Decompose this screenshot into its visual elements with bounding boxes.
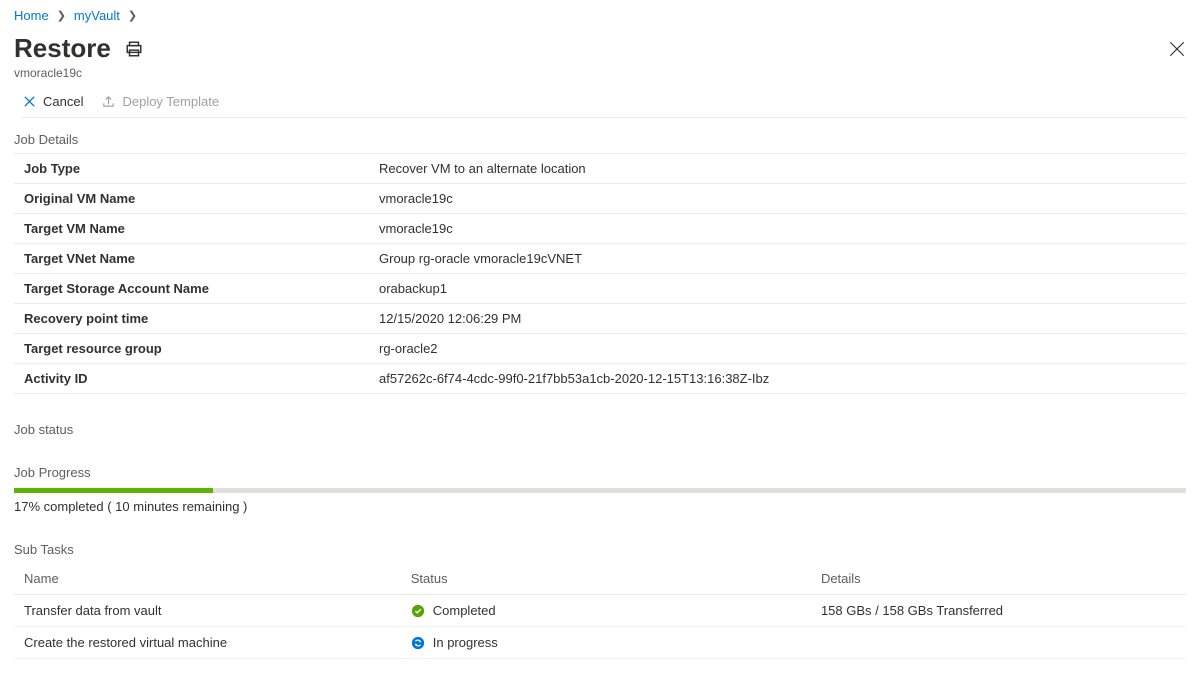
col-name-header[interactable]: Name bbox=[14, 563, 401, 595]
detail-row: Target VNet Name Group rg-oracle vmoracl… bbox=[14, 244, 1186, 274]
progress-bar bbox=[14, 488, 1186, 493]
subtask-name: Create the restored virtual machine bbox=[14, 627, 401, 659]
detail-key: Recovery point time bbox=[24, 311, 379, 326]
detail-value: orabackup1 bbox=[379, 281, 447, 296]
detail-value: 12/15/2020 12:06:29 PM bbox=[379, 311, 521, 326]
progress-wrap: 17% completed ( 10 minutes remaining ) bbox=[14, 488, 1186, 514]
subtask-details bbox=[811, 627, 1186, 659]
deploy-label: Deploy Template bbox=[122, 94, 219, 109]
close-icon[interactable] bbox=[1168, 40, 1186, 58]
job-details-heading: Job Details bbox=[14, 132, 1186, 147]
detail-row: Target VM Name vmoracle19c bbox=[14, 214, 1186, 244]
detail-row: Target resource group rg-oracle2 bbox=[14, 334, 1186, 364]
page-title: Restore bbox=[14, 33, 111, 64]
detail-key: Original VM Name bbox=[24, 191, 379, 206]
table-row: Transfer data from vault Completed 158 G… bbox=[14, 595, 1186, 627]
subtasks-table: Name Status Details Transfer data from v… bbox=[14, 563, 1186, 659]
deploy-template-button: Deploy Template bbox=[101, 94, 219, 109]
status-text: In progress bbox=[433, 635, 498, 650]
progress-fill bbox=[14, 488, 213, 493]
detail-value: af57262c-6f74-4cdc-99f0-21f7bb53a1cb-202… bbox=[379, 371, 769, 386]
subtasks-heading: Sub Tasks bbox=[14, 542, 1186, 557]
detail-row: Original VM Name vmoracle19c bbox=[14, 184, 1186, 214]
detail-value: rg-oracle2 bbox=[379, 341, 438, 356]
detail-key: Target Storage Account Name bbox=[24, 281, 379, 296]
detail-row: Recovery point time 12/15/2020 12:06:29 … bbox=[14, 304, 1186, 334]
status-cell: Completed bbox=[411, 603, 801, 618]
detail-row: Activity ID af57262c-6f74-4cdc-99f0-21f7… bbox=[14, 364, 1186, 394]
detail-value: Recover VM to an alternate location bbox=[379, 161, 586, 176]
toolbar: Cancel Deploy Template bbox=[22, 80, 1186, 118]
detail-value: Group rg-oracle vmoracle19cVNET bbox=[379, 251, 582, 266]
status-text: Completed bbox=[433, 603, 496, 618]
print-icon[interactable] bbox=[125, 40, 143, 58]
detail-value: vmoracle19c bbox=[379, 221, 453, 236]
detail-row: Target Storage Account Name orabackup1 bbox=[14, 274, 1186, 304]
chevron-right-icon: ❯ bbox=[128, 9, 137, 22]
progress-text: 17% completed ( 10 minutes remaining ) bbox=[14, 499, 1186, 514]
cancel-button[interactable]: Cancel bbox=[22, 94, 83, 109]
col-details-header[interactable]: Details bbox=[811, 563, 1186, 595]
table-row: Create the restored virtual machine In p… bbox=[14, 627, 1186, 659]
chevron-right-icon: ❯ bbox=[57, 9, 66, 22]
status-cell: In progress bbox=[411, 635, 801, 650]
job-progress-heading: Job Progress bbox=[14, 465, 1186, 480]
detail-key: Job Type bbox=[24, 161, 379, 176]
subtask-details: 158 GBs / 158 GBs Transferred bbox=[811, 595, 1186, 627]
check-circle-icon bbox=[411, 604, 425, 618]
breadcrumb: Home ❯ myVault ❯ bbox=[14, 4, 1186, 33]
detail-value: vmoracle19c bbox=[379, 191, 453, 206]
breadcrumb-home[interactable]: Home bbox=[14, 8, 49, 23]
sync-icon bbox=[411, 636, 425, 650]
job-details-grid: Job Type Recover VM to an alternate loca… bbox=[14, 153, 1186, 394]
page-subtitle: vmoracle19c bbox=[14, 66, 1186, 80]
subtask-name: Transfer data from vault bbox=[14, 595, 401, 627]
cancel-label: Cancel bbox=[43, 94, 83, 109]
detail-key: Target VM Name bbox=[24, 221, 379, 236]
detail-key: Target VNet Name bbox=[24, 251, 379, 266]
job-status-heading: Job status bbox=[14, 422, 1186, 437]
breadcrumb-vault[interactable]: myVault bbox=[74, 8, 120, 23]
col-status-header[interactable]: Status bbox=[401, 563, 811, 595]
detail-key: Target resource group bbox=[24, 341, 379, 356]
detail-row: Job Type Recover VM to an alternate loca… bbox=[14, 154, 1186, 184]
title-left: Restore bbox=[14, 33, 143, 64]
title-row: Restore bbox=[14, 33, 1186, 64]
detail-key: Activity ID bbox=[24, 371, 379, 386]
